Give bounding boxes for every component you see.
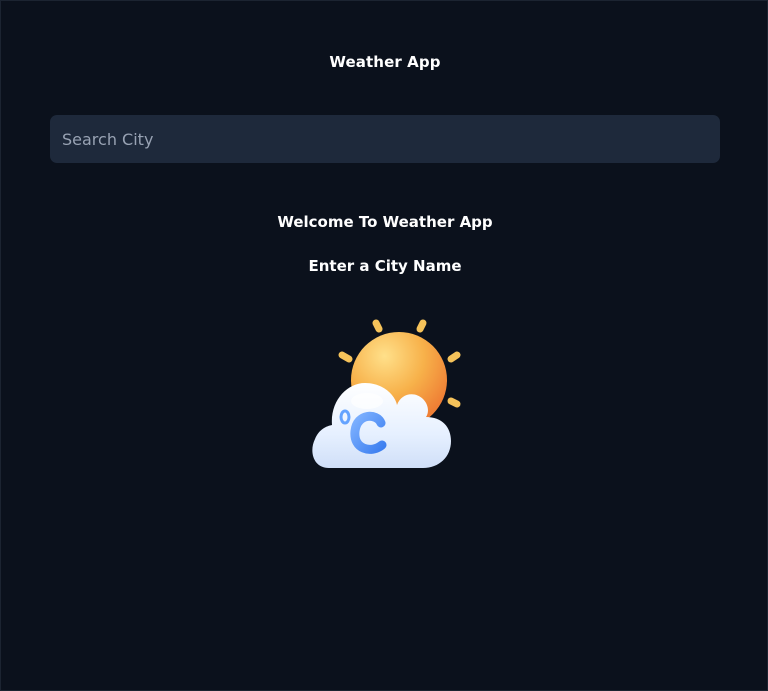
app-title: Weather App — [329, 53, 441, 71]
city-prompt: Enter a City Name — [308, 257, 462, 275]
search-input[interactable] — [50, 115, 720, 163]
welcome-heading: Welcome To Weather App — [277, 213, 493, 231]
app-window: Weather App Welcome To Weather App Enter… — [0, 0, 768, 691]
search-box[interactable] — [50, 115, 720, 163]
sun-cloud-celsius-icon — [305, 313, 465, 473]
